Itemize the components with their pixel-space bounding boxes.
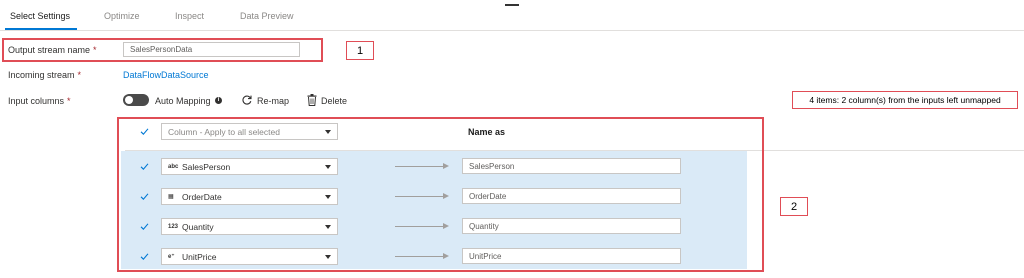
output-stream-name-input[interactable]: SalesPersonData [123, 42, 300, 57]
input-columns-label: Input columns * [8, 96, 71, 106]
required-marker: * [77, 70, 82, 80]
remap-icon[interactable] [241, 94, 253, 106]
delete-button[interactable]: Delete [321, 96, 347, 106]
tab-divider [0, 30, 1024, 31]
toggle-knob [125, 96, 133, 104]
tab-data-preview[interactable]: Data Preview [240, 11, 294, 21]
required-marker: * [67, 96, 71, 106]
incoming-stream-link[interactable]: DataFlowDataSource [123, 70, 209, 80]
output-stream-label: Output stream name * [8, 45, 97, 55]
callout-2: 2 [780, 197, 808, 216]
mapping-status-text: 4 items: 2 column(s) from the inputs lef… [792, 91, 1018, 109]
remap-button[interactable]: Re-map [257, 96, 289, 106]
delete-icon[interactable] [307, 94, 317, 106]
tab-optimize[interactable]: Optimize [104, 11, 140, 21]
callout-1: 1 [346, 41, 374, 60]
tab-inspect[interactable]: Inspect [175, 11, 204, 21]
info-icon[interactable]: i [215, 97, 222, 104]
required-marker: * [93, 45, 97, 55]
incoming-stream-label: Incoming stream * [8, 70, 82, 80]
panel-resize-handle[interactable] [505, 4, 519, 6]
tab-select-settings[interactable]: Select Settings [10, 11, 70, 21]
auto-mapping-toggle[interactable] [123, 94, 149, 106]
auto-mapping-label: Auto Mapping [155, 96, 211, 106]
annotation-box-2 [117, 117, 764, 272]
